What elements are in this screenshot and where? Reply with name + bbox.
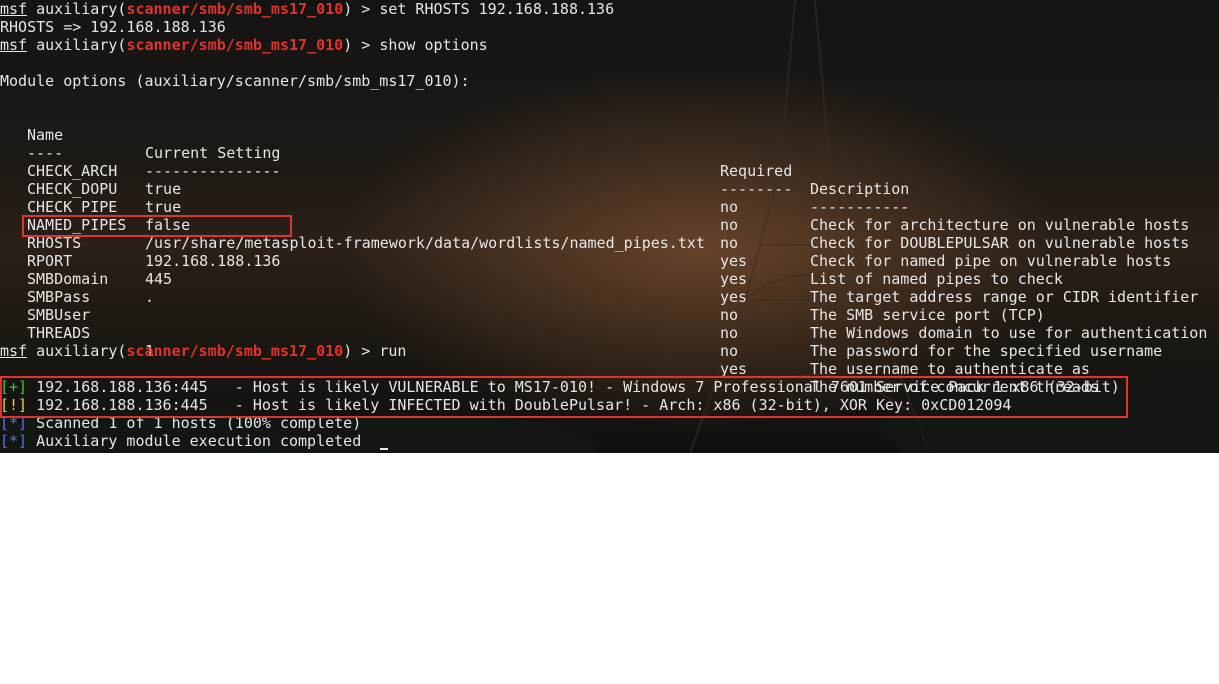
results-highlight-box [0, 376, 1128, 418]
result-text: Auxiliary module execution completed [27, 432, 362, 450]
option-description: The password for the specified username [810, 342, 1163, 360]
module-options-heading: Module options (auxiliary/scanner/smb/sm… [0, 72, 470, 90]
module-name: scanner/smb/smb_ms17_010 [126, 0, 344, 18]
prompt-suffix: ) > [343, 342, 380, 360]
option-name: THREADS [27, 324, 91, 342]
options-table-header: Name Current Setting Required Descriptio… [0, 108, 1219, 198]
prompt-prefix: auxiliary( [27, 342, 127, 360]
table-row: SMBPass no The password for the specifie… [0, 270, 1219, 360]
module-name: scanner/smb/smb_ms17_010 [126, 36, 344, 54]
command-text: set RHOSTS 192.168.188.136 [379, 0, 615, 18]
command-line-show-options: msf auxiliary(scanner/smb/smb_ms17_010) … [0, 36, 488, 54]
msf-prompt: msf [0, 0, 28, 18]
command-text: show options [379, 36, 488, 54]
output-line: RHOSTS => 192.168.188.136 [0, 18, 226, 36]
table-row: CHECK_PIPE false no Check for named pipe… [0, 180, 1219, 270]
option-required: no [720, 324, 739, 342]
table-row: SMBUser no The username to authenticate … [0, 288, 1219, 378]
command-line-run: msf auxiliary(scanner/smb/smb_ms17_010) … [0, 342, 406, 360]
table-row: NAMED_PIPES /usr/share/metasploit-framew… [0, 198, 1219, 288]
info-tag: [*] [0, 432, 28, 450]
table-row: SMBDomain . no The Windows domain to use… [0, 252, 1219, 342]
option-required: no [720, 342, 739, 360]
command-line-set: msf auxiliary(scanner/smb/smb_ms17_010) … [0, 0, 614, 18]
rhosts-highlight-box [22, 215, 292, 237]
result-line-completed: [*] Auxiliary module execution completed [0, 432, 361, 450]
table-row: CHECK_ARCH true no Check for architectur… [0, 144, 1219, 234]
prompt-prefix: auxiliary( [27, 0, 127, 18]
option-description: The Windows domain to use for authentica… [810, 324, 1208, 342]
msf-prompt: msf [0, 36, 28, 54]
msf-prompt: msf [0, 342, 28, 360]
table-row: CHECK_DOPU true no Check for DOUBLEPULSA… [0, 162, 1219, 252]
prompt-prefix: auxiliary( [27, 36, 127, 54]
table-row: THREADS 1 yes The number of concurrent t… [0, 306, 1219, 396]
prompt-suffix: ) > [343, 36, 380, 54]
command-text: run [379, 342, 407, 360]
options-table-underline: ---- --------------- -------- ----------… [0, 126, 1219, 216]
terminal-cursor [380, 448, 388, 450]
prompt-suffix: ) > [343, 0, 380, 18]
module-name: scanner/smb/smb_ms17_010 [126, 342, 344, 360]
